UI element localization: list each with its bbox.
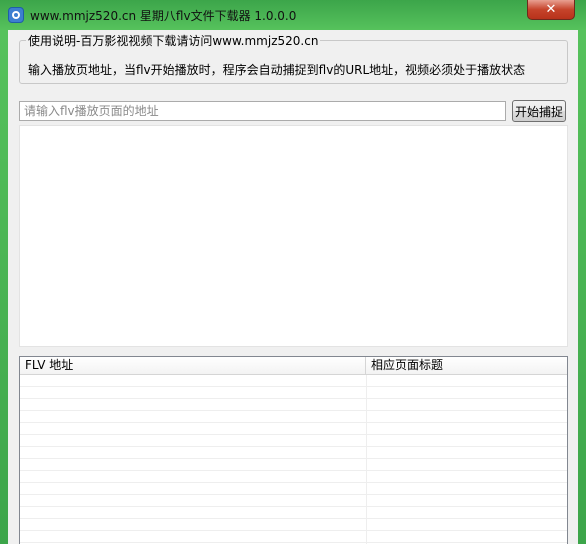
table-body — [20, 375, 567, 544]
table-row — [20, 411, 567, 423]
table-row — [20, 447, 567, 459]
table-row — [20, 483, 567, 495]
main-panel: 使用说明-百万影视视频下载请访问www.mmjz520.cn 输入播放页地址，当… — [8, 30, 578, 544]
column-header-page-title[interactable]: 相应页面标题 — [366, 357, 567, 374]
table-row — [20, 423, 567, 435]
table-row — [20, 459, 567, 471]
table-row — [20, 375, 567, 387]
instructions-text: 输入播放页地址，当flv开始播放时，程序会自动捕捉到flv的URL地址，视频必须… — [28, 63, 526, 77]
window-title: www.mmjz520.cn 星期八flv文件下载器 1.0.0.0 — [30, 9, 297, 23]
title-bar[interactable]: www.mmjz520.cn 星期八flv文件下载器 1.0.0.0 ✕ — [0, 0, 586, 30]
table-row — [20, 399, 567, 411]
table-row — [20, 495, 567, 507]
table-row — [20, 471, 567, 483]
column-header-flv-url[interactable]: FLV 地址 — [20, 357, 366, 374]
app-window: www.mmjz520.cn 星期八flv文件下载器 1.0.0.0 ✕ 使用说… — [0, 0, 586, 544]
table-row — [20, 531, 567, 543]
table-row — [20, 519, 567, 531]
url-input[interactable] — [19, 101, 506, 121]
table-row — [20, 435, 567, 447]
browser-panel — [19, 125, 568, 347]
instructions-group: 使用说明-百万影视视频下载请访问www.mmjz520.cn 输入播放页地址，当… — [19, 32, 568, 84]
start-capture-button[interactable]: 开始捕捉 — [512, 100, 566, 122]
table-row — [20, 507, 567, 519]
results-table[interactable]: FLV 地址 相应页面标题 — [19, 356, 568, 544]
close-button[interactable]: ✕ — [527, 0, 575, 20]
table-header: FLV 地址 相应页面标题 — [20, 357, 567, 375]
app-icon — [8, 7, 24, 23]
table-row — [20, 387, 567, 399]
instructions-legend: 使用说明-百万影视视频下载请访问www.mmjz520.cn — [26, 32, 321, 49]
